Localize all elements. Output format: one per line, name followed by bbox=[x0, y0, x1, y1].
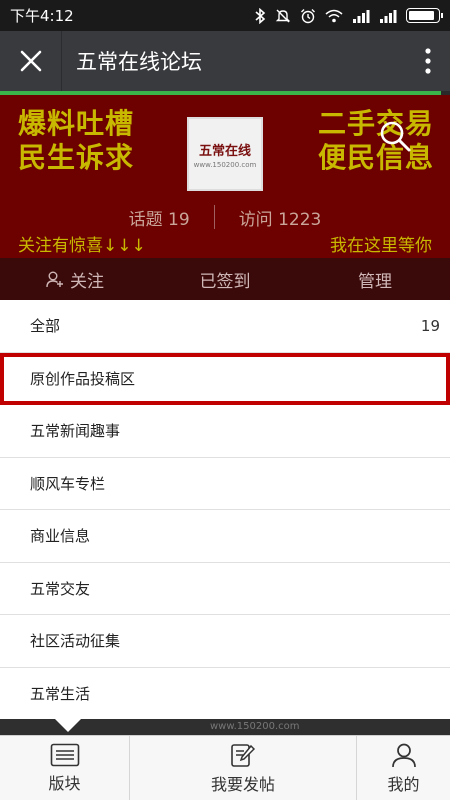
category-count: 19 bbox=[420, 316, 440, 335]
visit-count: 访问 1223 bbox=[238, 210, 322, 230]
follow-button[interactable]: 关注 bbox=[0, 267, 150, 292]
forum-stats: 话题 19 访问 1223 bbox=[0, 205, 450, 230]
manage-label: 管理 bbox=[358, 271, 392, 292]
dropdown-caret bbox=[55, 719, 81, 732]
tab-sections-label: 版块 bbox=[48, 773, 81, 793]
status-bar: 下午4:12 bbox=[0, 0, 450, 31]
manage-button[interactable]: 管理 bbox=[300, 267, 450, 292]
bluetooth-icon bbox=[254, 7, 266, 24]
signal-icon bbox=[352, 9, 370, 23]
teaser-left: 关注有惊喜↓↓↓ bbox=[18, 236, 146, 256]
category-item[interactable]: 原创作品投稿区 bbox=[0, 352, 450, 405]
search-button[interactable] bbox=[378, 119, 412, 157]
alarm-icon bbox=[300, 8, 316, 24]
more-vertical-icon bbox=[425, 48, 431, 74]
category-label: 五常新闻趣事 bbox=[30, 422, 121, 441]
close-icon bbox=[20, 50, 41, 72]
tab-new-post-label: 我要发帖 bbox=[210, 774, 275, 794]
category-label: 顺风车专栏 bbox=[30, 474, 106, 493]
search-icon bbox=[380, 121, 411, 152]
signed-in-button[interactable]: 已签到 bbox=[150, 267, 300, 292]
slogan-left-line-2: 民生诉求 bbox=[18, 141, 135, 174]
bottom-tab-bar: 版块 我要发帖 我的 bbox=[0, 735, 450, 800]
banner-slogan-right: 二手交易 便民信息 bbox=[318, 107, 434, 175]
page: 下午4:12 五常在线论坛 爆料吐槽 民生诉求 五常在线 www.150200.… bbox=[0, 0, 450, 800]
teaser-right: 我在这里等你 bbox=[330, 236, 432, 256]
more-button[interactable] bbox=[406, 31, 450, 91]
category-item[interactable]: 五常新闻趣事 bbox=[0, 405, 450, 458]
status-icons bbox=[254, 7, 443, 24]
category-item[interactable]: 顺风车专栏 bbox=[0, 458, 450, 510]
tab-new-post[interactable]: 我要发帖 bbox=[130, 736, 357, 800]
signal-icon-2 bbox=[379, 9, 397, 23]
tab-mine[interactable]: 我的 bbox=[357, 736, 450, 800]
category-list: 全部 19 原创作品投稿区 五常新闻趣事 顺风车专栏商业信息五常交友社区活动征集 五常生活 bbox=[0, 300, 450, 720]
close-button[interactable] bbox=[0, 31, 62, 91]
category-item[interactable]: 社区活动征集 bbox=[0, 615, 450, 668]
slogan-right-line-2: 便民信息 bbox=[317, 141, 434, 174]
category-label: 商业信息 bbox=[30, 527, 91, 546]
add-user-icon bbox=[46, 271, 63, 288]
category-label: 原创作品投稿区 bbox=[30, 370, 136, 389]
mute-bell-icon bbox=[275, 8, 291, 24]
category-item[interactable]: 五常交友 bbox=[0, 563, 450, 615]
logo-url: www.150200.com bbox=[193, 160, 257, 169]
follow-label: 关注 bbox=[70, 271, 104, 292]
forum-banner: 爆料吐槽 民生诉求 五常在线 www.150200.com 二手交易 便民信息 … bbox=[0, 95, 450, 258]
action-bar: 关注 已签到 管理 bbox=[0, 258, 450, 300]
topic-count: 话题 19 bbox=[128, 210, 190, 230]
compose-icon bbox=[231, 743, 256, 767]
battery-icon bbox=[406, 8, 443, 23]
background-watermark: www.150200.com bbox=[210, 721, 300, 732]
category-label: 五常交友 bbox=[30, 579, 91, 598]
category-item[interactable]: 商业信息 bbox=[0, 510, 450, 563]
tab-sections[interactable]: 版块 bbox=[0, 736, 130, 800]
battery-level bbox=[409, 11, 434, 20]
wifi-icon bbox=[325, 9, 343, 23]
category-item[interactable]: 全部 19 bbox=[0, 300, 450, 353]
tab-mine-label: 我的 bbox=[387, 774, 420, 794]
title-bar: 五常在线论坛 bbox=[0, 31, 450, 91]
category-label: 社区活动征集 bbox=[30, 632, 121, 651]
signed-in-label: 已签到 bbox=[199, 271, 251, 292]
page-title: 五常在线论坛 bbox=[76, 50, 202, 74]
logo-text: 五常在线 bbox=[198, 143, 251, 159]
status-time: 下午4:12 bbox=[10, 7, 74, 25]
banner-slogan-left: 爆料吐槽 民生诉求 bbox=[18, 107, 134, 175]
category-label: 五常生活 bbox=[30, 684, 91, 703]
category-label: 全部 bbox=[30, 317, 61, 336]
forum-logo: 五常在线 www.150200.com bbox=[187, 117, 263, 191]
list-icon bbox=[50, 743, 79, 766]
slogan-right-line-1: 二手交易 bbox=[317, 107, 434, 140]
category-item[interactable]: 五常生活 bbox=[0, 668, 450, 720]
slogan-left-line-1: 爆料吐槽 bbox=[18, 107, 135, 140]
user-icon bbox=[391, 743, 416, 767]
